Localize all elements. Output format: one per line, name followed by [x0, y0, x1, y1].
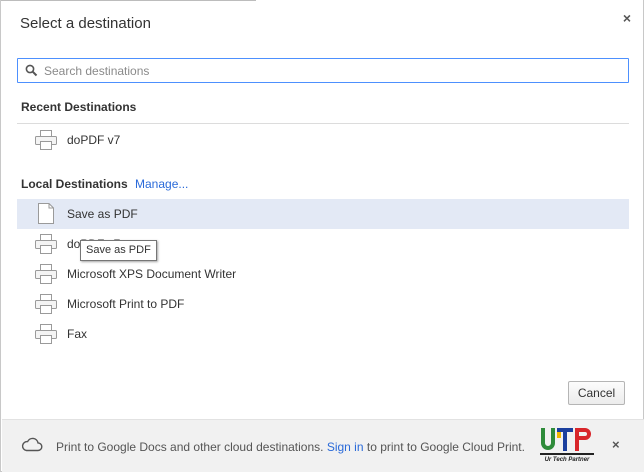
printer-icon [35, 234, 57, 254]
top-border [1, 0, 256, 1]
printer-icon [35, 264, 57, 284]
printer-icon [35, 324, 57, 344]
dialog-title: Select a destination [20, 15, 151, 32]
utp-logo-mark [537, 423, 597, 457]
close-dialog-button[interactable]: × [623, 10, 631, 26]
manage-link[interactable]: Manage... [135, 177, 188, 191]
printer-icon [35, 294, 57, 314]
search-box[interactable] [17, 58, 629, 83]
cloud-print-message: Print to Google Docs and other cloud des… [56, 440, 525, 454]
destination-item-save-as-pdf[interactable]: Save as PDF [17, 199, 629, 229]
destination-label: doPDF v7 [67, 133, 121, 147]
footer-text-after: to print to Google Cloud Print. [363, 440, 525, 454]
utp-tagline: Ur Tech Partner [544, 457, 590, 463]
close-footer-button[interactable]: × [612, 437, 620, 452]
cancel-button[interactable]: Cancel [568, 381, 625, 405]
destination-label: Microsoft XPS Document Writer [67, 267, 237, 281]
print-destination-dialog: Select a destination × Recent Destinatio… [0, 0, 644, 472]
destination-label: Microsoft Print to PDF [67, 297, 185, 311]
utp-logo: Ur Tech Partner [537, 423, 597, 469]
search-icon [25, 64, 38, 77]
destination-label: Fax [67, 327, 88, 341]
local-destinations-heading: Local Destinations [21, 177, 128, 191]
sign-in-link[interactable]: Sign in [327, 440, 364, 454]
document-icon [38, 203, 54, 224]
destination-item-xps-writer[interactable]: Microsoft XPS Document Writer [17, 259, 629, 289]
tooltip: Save as PDF [80, 240, 157, 261]
destination-item-fax[interactable]: Fax [17, 319, 629, 349]
cloud-icon [21, 437, 43, 452]
recent-destinations-heading: Recent Destinations [21, 100, 137, 114]
search-input[interactable] [44, 59, 614, 82]
printer-icon [35, 130, 57, 150]
destination-item-dopdf-recent[interactable]: doPDF v7 [17, 125, 629, 155]
destination-item-ms-print-to-pdf[interactable]: Microsoft Print to PDF [17, 289, 629, 319]
destination-label: Save as PDF [67, 207, 138, 221]
footer-text-before: Print to Google Docs and other cloud des… [56, 440, 327, 454]
divider [17, 123, 629, 124]
